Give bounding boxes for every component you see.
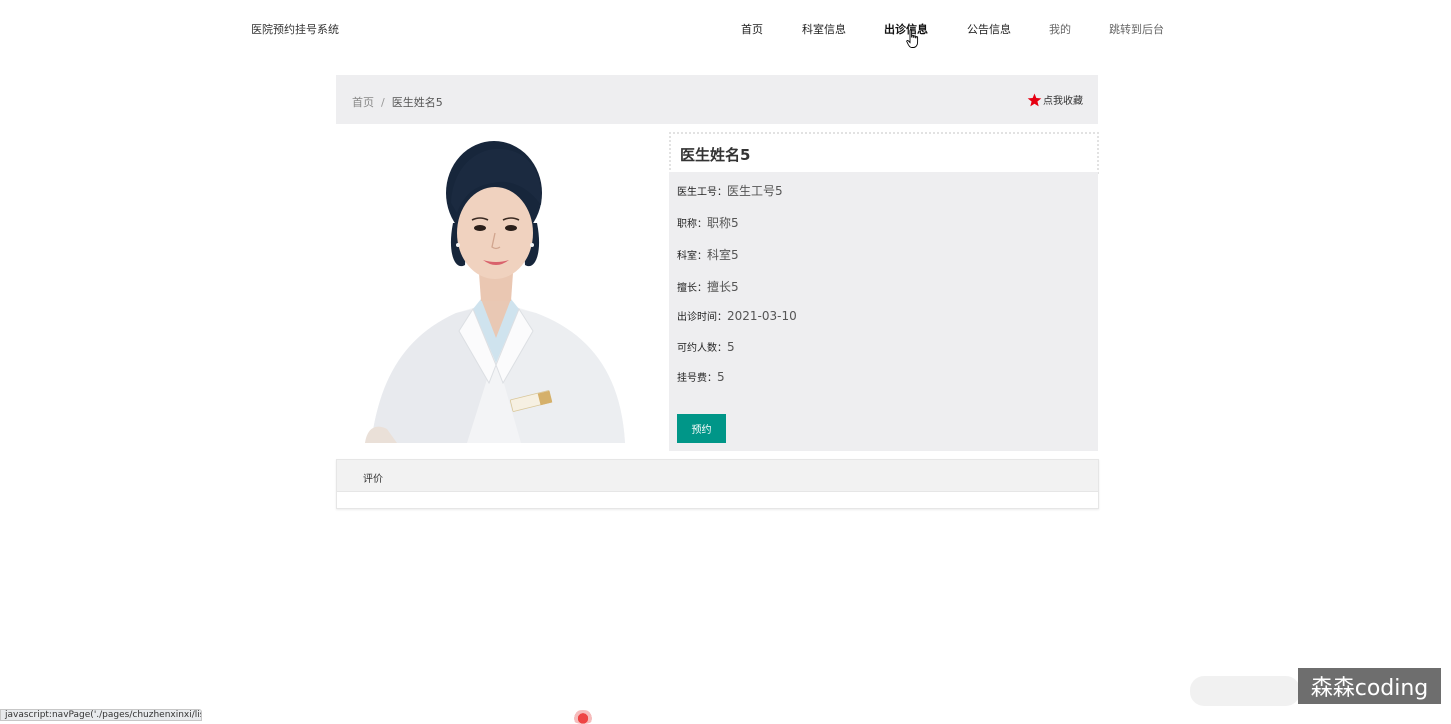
field-title: 职称： 职称5 [677, 214, 739, 231]
field-label: 挂号费： [677, 373, 717, 384]
field-label: 科室： [677, 251, 707, 262]
field-capacity: 可约人数： 5 [677, 339, 735, 354]
doctor-name-box: 医生姓名5 [669, 132, 1099, 174]
field-label: 出诊时间： [677, 312, 727, 323]
nav-item-home[interactable]: 首页 [741, 21, 763, 37]
doctor-photo [361, 133, 631, 443]
field-value: 职称5 [707, 216, 739, 230]
field-value: 2021-03-10 [727, 309, 797, 323]
field-value: 5 [727, 340, 735, 354]
breadcrumb-home-link[interactable]: 首页 [352, 96, 374, 109]
nav-item-mine[interactable]: 我的 [1049, 21, 1071, 37]
watermark: 森森coding [1298, 668, 1441, 704]
breadcrumb-bar: 首页 / 医生姓名5 点我收藏 [336, 75, 1098, 124]
field-label: 擅长： [677, 283, 707, 294]
field-value: 5 [717, 370, 725, 384]
site-title: 医院预约挂号系统 [251, 23, 339, 36]
field-value: 科室5 [707, 248, 739, 262]
comments-title: 评价 [363, 474, 383, 485]
doctor-info-panel: 医生工号： 医生工号5 职称： 职称5 科室： 科室5 擅长： 擅长5 出诊时间… [669, 172, 1098, 451]
nav-item-admin[interactable]: 跳转到后台 [1109, 21, 1164, 37]
top-navbar: 医院预约挂号系统 首页 科室信息 出诊信息 公告信息 我的 跳转到后台 [0, 0, 1451, 58]
browser-status-url: javascript:navPage('./pages/chuzhenxinxi… [0, 709, 202, 721]
field-label: 可约人数： [677, 343, 727, 354]
breadcrumb: 首页 / 医生姓名5 [352, 94, 443, 110]
favorite-label: 点我收藏 [1043, 96, 1083, 107]
field-label: 职称： [677, 219, 707, 230]
star-icon [1027, 92, 1042, 106]
nav-item-departments[interactable]: 科室信息 [802, 21, 846, 37]
favorite-button[interactable]: 点我收藏 [1027, 92, 1083, 107]
breadcrumb-current: 医生姓名5 [391, 96, 443, 109]
comments-card: 评价 [336, 459, 1099, 509]
field-value: 擅长5 [707, 280, 739, 294]
hand-cursor-icon [906, 29, 919, 48]
field-specialty: 擅长： 擅长5 [677, 278, 739, 295]
comments-header: 评价 [337, 460, 1098, 492]
doctor-name: 医生姓名5 [680, 146, 751, 164]
field-fee: 挂号费： 5 [677, 369, 725, 384]
record-indicator-icon [571, 710, 595, 724]
overlay-shadow [1190, 676, 1300, 706]
field-department: 科室： 科室5 [677, 246, 739, 263]
field-employee-id: 医生工号： 医生工号5 [677, 182, 783, 199]
field-visit-date: 出诊时间： 2021-03-10 [677, 308, 797, 323]
breadcrumb-separator: / [381, 96, 385, 109]
field-value: 医生工号5 [727, 184, 783, 198]
field-label: 医生工号： [677, 187, 727, 198]
nav-item-announcements[interactable]: 公告信息 [967, 21, 1011, 37]
book-appointment-button[interactable]: 预约 [677, 414, 726, 443]
